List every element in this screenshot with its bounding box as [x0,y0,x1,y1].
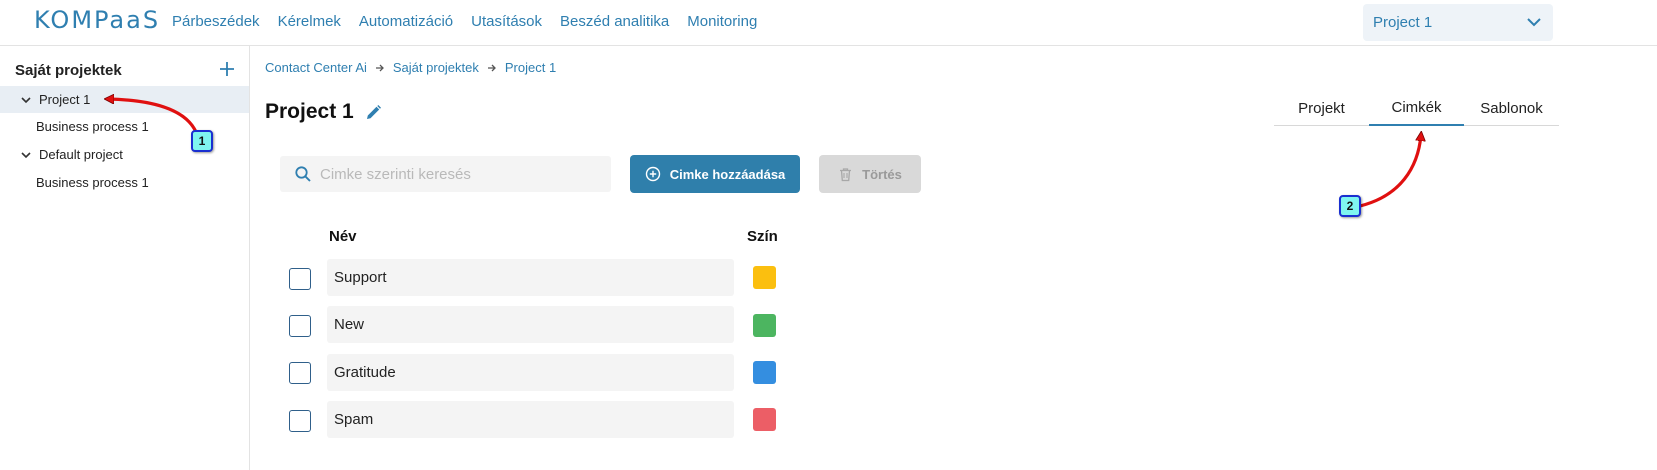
annotation-badge-2: 2 [1339,195,1361,217]
breadcrumb-item[interactable]: Project 1 [505,60,556,75]
add-label-button[interactable]: Cimke hozzáadása [630,155,800,193]
arrow-right-icon [487,64,496,71]
color-swatch[interactable] [753,408,776,431]
sidebar-title: Saját projektek [15,62,122,79]
main-nav: Párbeszédek Kérelmek Automatizáció Utasí… [172,13,775,30]
row-checkbox[interactable] [289,410,311,432]
column-header-color: Szín [747,228,778,245]
nav-item-speech-analytics[interactable]: Beszéd analitika [560,13,669,30]
tab-templates[interactable]: Sablonok [1464,90,1559,126]
nav-item-requests[interactable]: Kérelmek [278,13,341,30]
annotation-badge-1: 1 [191,130,213,152]
project-select-value: Project 1 [1373,14,1433,31]
delete-button-text: Törtés [862,166,902,182]
sidebar-item-label: Default project [39,147,123,162]
trash-icon [840,167,852,181]
row-checkbox[interactable] [289,315,311,337]
search-input[interactable] [320,165,600,183]
sidebar-item-business-process[interactable]: Business process 1 [0,169,249,196]
sidebar: Saját projektek Project 1 Business proce… [0,46,250,470]
column-header-name: Név [329,228,357,245]
sidebar-item-label: Project 1 [39,92,91,107]
sidebar-item-project-1[interactable]: Project 1 [0,86,249,113]
plus-circle-icon [645,166,660,182]
search-box [280,156,611,192]
sidebar-item-label: Business process 1 [36,119,149,134]
color-swatch[interactable] [753,266,776,289]
page-title: Project 1 [265,100,354,123]
nav-item-monitoring[interactable]: Monitoring [687,13,757,30]
tab-labels[interactable]: Cimkék [1369,90,1464,126]
table-row-name[interactable]: Support [327,259,734,296]
app-logo[interactable]: KOMPaaS [34,6,160,34]
search-icon [295,166,311,182]
nav-item-conversations[interactable]: Párbeszédek [172,13,260,30]
add-label-button-text: Cimke hozzáadása [669,166,786,182]
tab-project[interactable]: Projekt [1274,90,1369,126]
color-swatch[interactable] [753,361,776,384]
row-checkbox[interactable] [289,362,311,384]
project-select[interactable]: Project 1 [1363,4,1553,41]
nav-item-instructions[interactable]: Utasítások [471,13,542,30]
breadcrumb-item[interactable]: Saját projektek [393,60,479,75]
nav-item-automation[interactable]: Automatizáció [359,13,453,30]
arrow-right-icon [375,64,384,71]
table-row-name[interactable]: Gratitude [327,354,734,391]
table-row-name[interactable]: Spam [327,401,734,438]
chevron-down-icon [1527,18,1541,27]
color-swatch[interactable] [753,314,776,337]
top-bar: KOMPaaS Párbeszédek Kérelmek Automatizác… [0,0,1657,46]
sidebar-item-label: Business process 1 [36,175,149,190]
breadcrumb: Contact Center Ai Saját projektek Projec… [265,60,556,75]
add-project-icon[interactable] [218,60,236,78]
chevron-down-icon[interactable] [20,149,32,161]
pencil-icon[interactable] [364,103,383,122]
table-row-name[interactable]: New [327,306,734,343]
chevron-down-icon[interactable] [20,94,32,106]
tab-bar: Projekt Cimkék Sablonok [1274,90,1559,126]
annotation-arrow-2 [1359,135,1421,208]
delete-button[interactable]: Törtés [819,155,921,193]
breadcrumb-item[interactable]: Contact Center Ai [265,60,367,75]
row-checkbox[interactable] [289,268,311,290]
